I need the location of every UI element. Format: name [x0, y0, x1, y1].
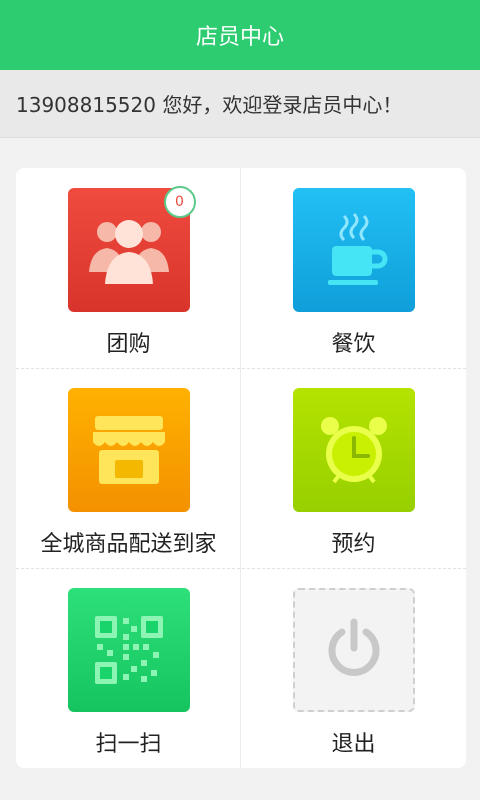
- group-buy-count-badge: 0: [163, 186, 196, 218]
- reservation-label: 预约: [331, 532, 376, 557]
- menu-item-scan[interactable]: 扫一扫: [16, 568, 241, 768]
- alarm-clock-icon: [320, 417, 387, 484]
- scan-label: 扫一扫: [95, 732, 162, 757]
- menu-item-catering[interactable]: 餐饮: [241, 168, 466, 368]
- shop-icon: [92, 416, 165, 484]
- app-header: 店员中心: [0, 0, 480, 70]
- menu-item-group-buy[interactable]: 0 团购: [16, 168, 241, 368]
- power-icon: [328, 618, 379, 676]
- logout-label: 退出: [331, 732, 376, 757]
- page-title: 店员中心: [195, 25, 284, 50]
- menu-grid: 0 团购 餐饮 全城商品配送到家 预约 扫一扫 退出: [16, 168, 466, 768]
- group-buy-tile[interactable]: 0: [67, 186, 196, 312]
- catering-tile[interactable]: [292, 188, 415, 312]
- group-buy-label: 团购: [106, 332, 151, 357]
- welcome-banner: 13908815520 您好，欢迎登录店员中心！: [0, 70, 480, 138]
- city-delivery-tile[interactable]: [67, 388, 190, 512]
- scan-tile[interactable]: [67, 588, 190, 712]
- coffee-cup-icon: [327, 212, 387, 285]
- menu-item-reservation[interactable]: 预约: [241, 368, 466, 568]
- menu-item-city-delivery[interactable]: 全城商品配送到家: [16, 368, 241, 568]
- city-delivery-label: 全城商品配送到家: [40, 532, 217, 557]
- reservation-tile[interactable]: [292, 388, 415, 512]
- group-icon: [88, 220, 169, 284]
- welcome-text: 13908815520 您好，欢迎登录店员中心！: [16, 93, 403, 117]
- menu-item-logout[interactable]: 退出: [241, 568, 466, 768]
- catering-label: 餐饮: [331, 332, 376, 357]
- logout-tile[interactable]: [292, 588, 415, 712]
- qr-code-icon: [94, 616, 163, 684]
